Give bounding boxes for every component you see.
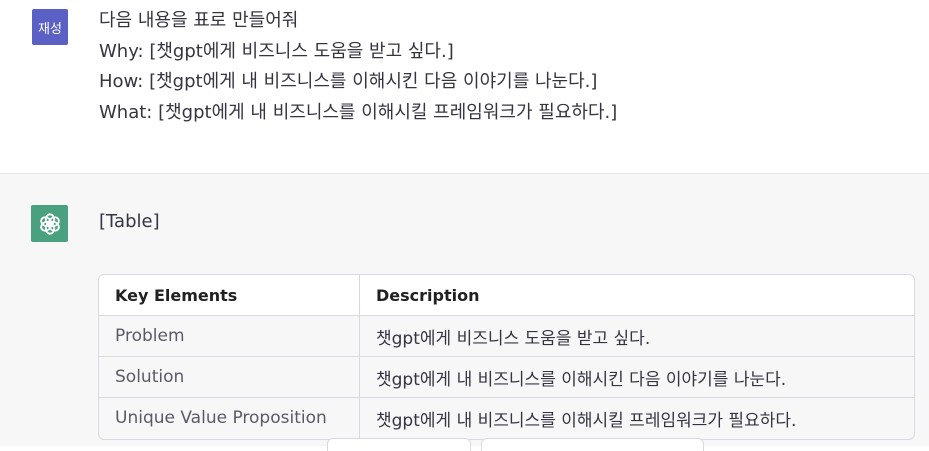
data-table: Key Elements Description Problem 챗gpt에게 … <box>99 275 914 438</box>
table-row: Problem 챗gpt에게 비즈니스 도움을 받고 싶다. <box>99 315 914 357</box>
regenerate-button[interactable] <box>327 438 471 451</box>
assistant-intro-text: [Table] <box>99 211 160 232</box>
column-header-key-elements: Key Elements <box>99 275 360 316</box>
action-button[interactable] <box>481 438 704 451</box>
assistant-message-turn: [Table] Key Elements Description Problem… <box>0 174 929 451</box>
user-message-line: 다음 내용을 표로 만들어줘 <box>99 10 299 31</box>
user-message-line: What: [챗gpt에게 내 비즈니스를 이해시킬 프레임워크가 필요하다.] <box>99 101 618 123</box>
table-cell-description: 챗gpt에게 비즈니스 도움을 받고 싶다. <box>359 315 914 357</box>
table-row: Unique Value Proposition 챗gpt에게 내 비즈니스를 … <box>99 397 914 438</box>
table-row: Solution 챗gpt에게 내 비즈니스를 이해시킨 다음 이야기를 나눈다… <box>99 356 914 398</box>
openai-logo-icon <box>39 212 60 235</box>
assistant-avatar <box>31 205 68 242</box>
user-message-text: 다음 내용을 표로 만들어줘 Why: [챗gpt에게 비즈니스 도움을 받고 … <box>99 6 899 128</box>
table-cell-description: 챗gpt에게 내 비즈니스를 이해시킬 프레임워크가 필요하다. <box>376 410 797 431</box>
user-avatar: 재성 <box>32 9 68 45</box>
table-cell-key-element: Solution <box>99 356 360 398</box>
user-message-line: Why: [챗gpt에게 비즈니스 도움을 받고 싶다.] <box>99 40 454 62</box>
user-avatar-label: 재성 <box>38 21 62 37</box>
column-header-description: Description <box>359 275 914 316</box>
user-message-line: How: [챗gpt에게 내 비즈니스를 이해시킨 다음 이야기를 나눈다.] <box>99 71 598 92</box>
response-table: Key Elements Description Problem 챗gpt에게 … <box>98 274 915 440</box>
table-header-row: Key Elements Description <box>99 275 914 316</box>
table-cell-key-element: Problem <box>99 315 360 357</box>
table-cell-description: 챗gpt에게 내 비즈니스를 이해시킨 다음 이야기를 나눈다. <box>359 356 914 398</box>
table-cell-key-element: Unique Value Proposition <box>99 397 360 438</box>
user-message-turn: 재성 다음 내용을 표로 만들어줘 Why: [챗gpt에게 비즈니스 도움을 … <box>0 0 929 174</box>
